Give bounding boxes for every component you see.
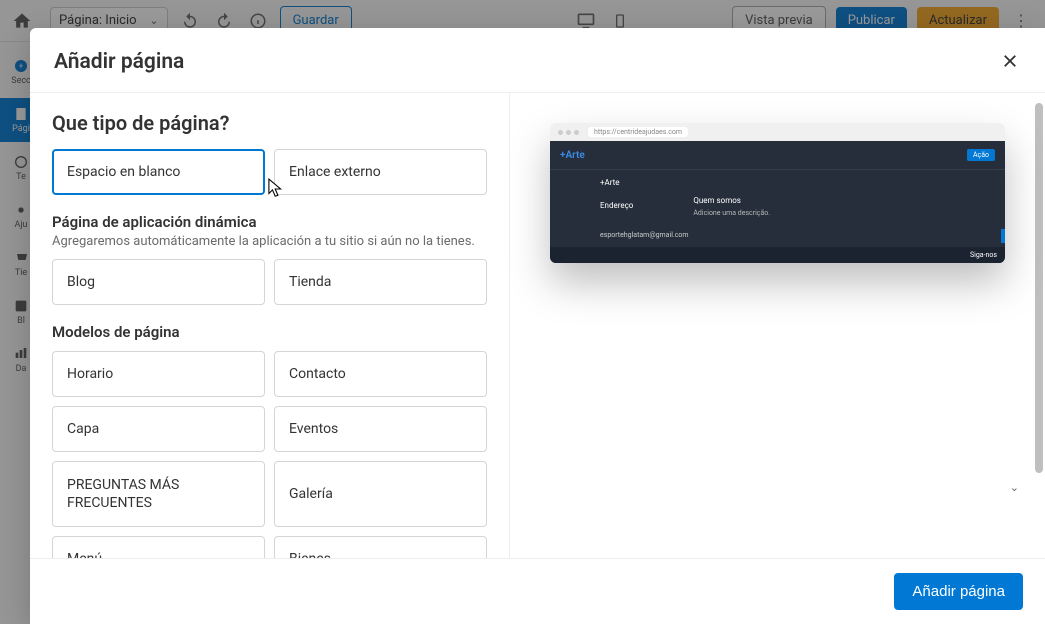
preview-col2-sub: Adicione uma descrição. [693,209,770,217]
preview-url: https://centrideajudaes.com [588,127,688,137]
modal-footer: Añadir página [30,558,1045,624]
preview-col1-title: +Arte [600,178,633,187]
tile-espacio-en-blanco[interactable]: Espacio en blanco [52,149,265,195]
tile-bienes[interactable]: Bienes [274,536,487,558]
tile-capa[interactable]: Capa [52,406,265,452]
traffic-dot [574,130,579,135]
page-type-heading: Que tipo de página? [52,111,487,135]
dynamic-description: Agregaremos automáticamente la aplicació… [52,234,487,249]
tile-blog[interactable]: Blog [52,259,265,305]
preview-footer-text: Siga-nos [970,251,997,259]
tile-tienda[interactable]: Tienda [274,259,487,305]
tile-enlace-externo[interactable]: Enlace externo [274,149,487,195]
add-page-button[interactable]: Añadir página [894,573,1023,610]
add-page-modal: Añadir página Que tipo de página? Espaci… [30,28,1045,624]
preview-browser-chrome: https://centrideajudaes.com [550,123,1005,141]
preview-accent-bar [1001,229,1005,243]
preview-email: esportehglatam@gmail.com [550,229,1005,247]
page-type-panel: Que tipo de página? Espacio en blanco En… [30,93,510,558]
tile-menu[interactable]: Menú [52,536,265,558]
templates-heading: Modelos de página [52,323,487,341]
scroll-down-icon[interactable]: ⌄ [1010,481,1019,494]
traffic-dot [566,130,571,135]
modal-header: Añadir página [30,28,1045,92]
scrollbar[interactable] [1035,103,1043,548]
modal-title: Añadir página [54,50,184,74]
preview-action-button: Ação [967,149,995,161]
tile-faq[interactable]: PREGUNTAS MÁS FRECUENTES [52,461,265,527]
preview-panel: https://centrideajudaes.com +Arte Ação +… [510,93,1045,558]
tile-contacto[interactable]: Contacto [274,351,487,397]
page-preview: https://centrideajudaes.com +Arte Ação +… [550,123,1005,263]
dynamic-heading: Página de aplicación dinámica [52,213,487,231]
scrollbar-thumb[interactable] [1035,103,1043,473]
traffic-dot [558,130,563,135]
preview-col1-sub: Endereço [600,201,633,210]
preview-col2-title: Quem somos [693,196,770,205]
close-icon[interactable] [999,48,1021,76]
tile-horario[interactable]: Horario [52,351,265,397]
preview-logo: +Arte [560,150,585,161]
tile-eventos[interactable]: Eventos [274,406,487,452]
tile-galeria[interactable]: Galería [274,461,487,527]
